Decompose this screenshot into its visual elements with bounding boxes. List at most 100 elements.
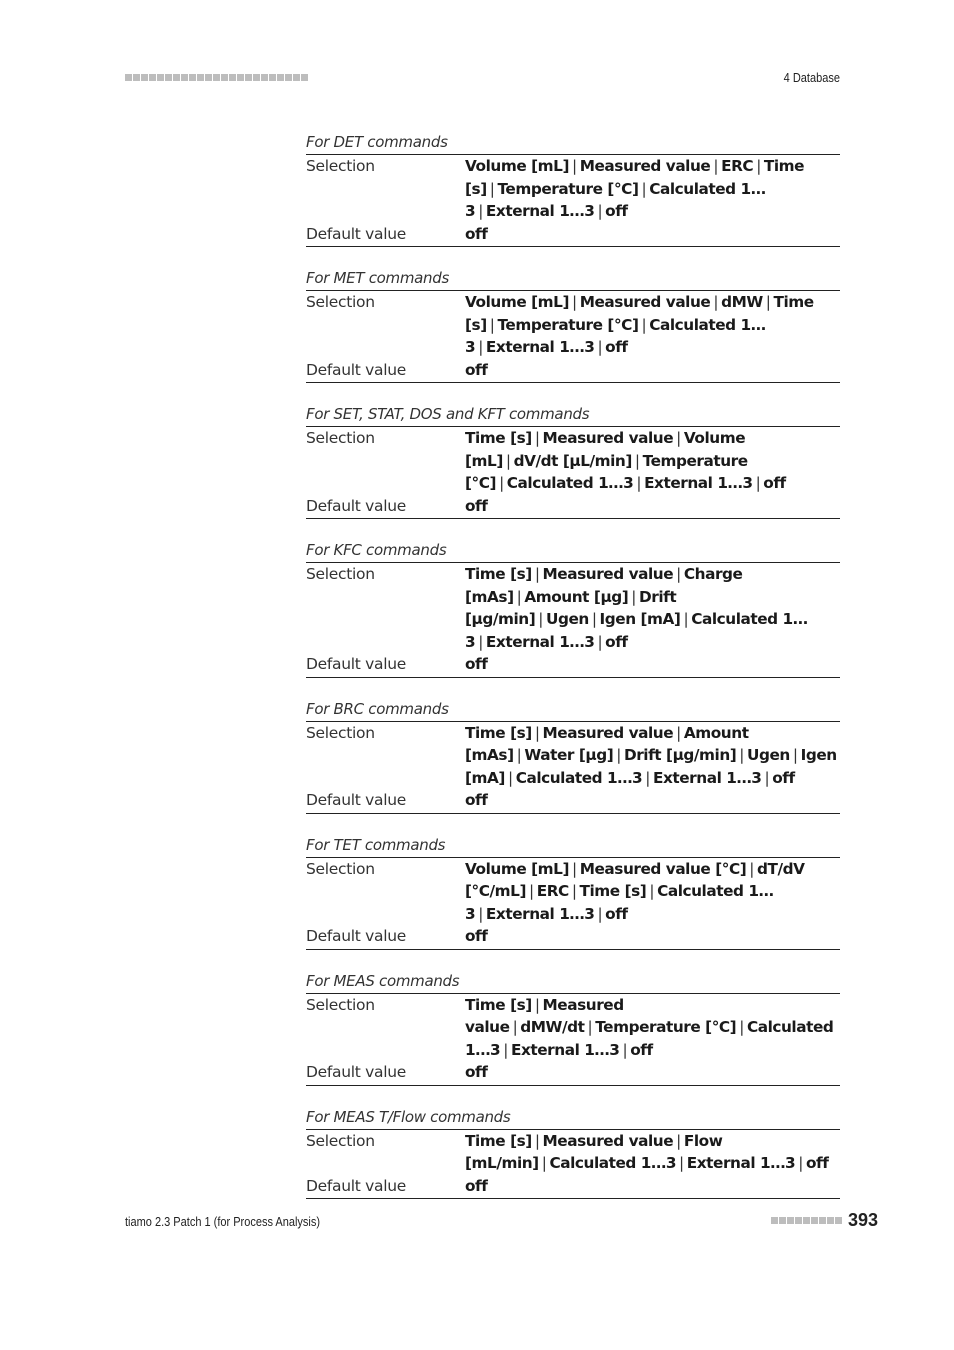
header-decoration <box>125 74 308 81</box>
decoration-square <box>205 74 212 81</box>
selection-option: Time [s] <box>465 995 532 1014</box>
command-section: For BRC commands Selection Time [s] | Measur… <box>306 698 840 814</box>
selection-options: Volume [mL] | Measured value [°C] | dT/dV [°… <box>465 858 840 926</box>
default-label: Default value <box>306 360 406 379</box>
default-value: off <box>465 791 488 809</box>
selection-option: off <box>630 1040 653 1059</box>
decoration-square <box>133 74 140 81</box>
selection-option: Volume [mL] <box>465 293 570 311</box>
selection-option: Water [µg] <box>524 746 614 764</box>
selection-option: Igen [mA] <box>599 610 681 628</box>
option-separator: | <box>489 315 495 334</box>
option-separator: | <box>616 746 621 764</box>
selection-row: Selection Time [s] | Measured value | Volume … <box>306 427 840 495</box>
selection-option: off <box>605 904 628 923</box>
decoration-square <box>277 74 284 81</box>
section-title: For DET commands <box>306 131 840 155</box>
selection-option: Temperature [°C] <box>497 179 639 198</box>
section-title: For MET commands <box>306 267 840 291</box>
selection-option: External 1…3 <box>644 474 753 492</box>
option-separator: | <box>645 768 650 787</box>
selection-option: Calculated 1…3 <box>549 1154 677 1172</box>
selection-option: External 1…3 <box>485 338 595 356</box>
default-row: Default value off <box>306 223 840 247</box>
option-separator: | <box>649 882 655 900</box>
command-section: For MET commands Selection Volume [mL] | Mea… <box>306 267 840 383</box>
selection-options: Volume [mL] | Measured value | dMW | Time [s] |… <box>465 291 840 359</box>
selection-option: Time [s] <box>465 429 532 447</box>
decoration-square <box>285 74 292 81</box>
option-separator: | <box>756 157 761 175</box>
decoration-square <box>165 74 172 81</box>
selection-option: External 1…3 <box>485 632 595 651</box>
selection-option: Amount [µg] <box>524 587 629 606</box>
selection-row: Selection Volume [mL] | Measured value [°C]… <box>306 858 840 926</box>
selection-option: Measured value <box>579 157 711 175</box>
selection-option: ERC <box>721 157 754 175</box>
default-value: off <box>465 360 488 379</box>
selection-label: Selection <box>306 293 375 311</box>
option-separator: | <box>597 202 603 220</box>
decoration-square <box>810 1217 818 1224</box>
option-separator: | <box>489 179 495 198</box>
option-separator: | <box>591 610 597 628</box>
option-separator: | <box>534 723 540 742</box>
command-section: For SET, STAT, DOS and KFT commands Selec… <box>306 403 840 519</box>
default-value: off <box>465 1176 488 1195</box>
option-separator: | <box>739 1018 744 1036</box>
selection-options: Volume [mL] | Measured value | ERC | Time [s] |… <box>465 155 840 223</box>
selection-row: Selection Time [s] | Measured value | dMW/dt |… <box>306 994 840 1062</box>
option-separator: | <box>499 474 504 492</box>
selection-option: Time [s] <box>465 565 532 583</box>
command-section: For MEAS commands Selection Time [s] | Measu… <box>306 970 840 1086</box>
option-separator: | <box>764 768 770 787</box>
section-title: For SET, STAT, DOS and KFT commands <box>306 403 840 427</box>
selection-row: Selection Time [s] | Measured value | Amount … <box>306 722 840 790</box>
selection-option: External 1…3 <box>485 202 595 220</box>
option-separator: | <box>503 1040 508 1059</box>
option-separator: | <box>478 338 483 356</box>
command-section: For TET commands Selection Volume [mL] | Mea… <box>306 834 840 950</box>
decoration-square <box>301 74 308 81</box>
selection-option: dMW/dt <box>520 1018 585 1036</box>
selection-option: off <box>605 202 628 220</box>
option-separator: | <box>534 429 540 447</box>
decoration-square <box>157 74 164 81</box>
selection-options: Time [s] | Measured value | Flow [mL/min] | Ca… <box>465 1130 840 1175</box>
footer-decoration <box>770 1217 842 1224</box>
parameter-sections: For DET commands Selection Volume [mL] | Mea… <box>306 131 840 1219</box>
selection-option: ERC <box>536 882 570 900</box>
chapter-title: 4 Database <box>783 71 840 85</box>
default-value: off <box>465 224 488 243</box>
selection-option: dMW <box>721 293 763 311</box>
decoration-square <box>269 74 276 81</box>
decoration-square <box>173 74 180 81</box>
option-separator: | <box>755 474 761 492</box>
default-row: Default value off <box>306 1175 840 1199</box>
command-section: For DET commands Selection Volume [mL] | Mea… <box>306 131 840 247</box>
selection-label: Selection <box>306 995 375 1014</box>
option-separator: | <box>478 904 483 923</box>
option-separator: | <box>571 882 577 900</box>
option-separator: | <box>516 746 522 764</box>
selection-row: Selection Volume [mL] | Measured value | ERC |… <box>306 155 840 223</box>
decoration-square <box>245 74 252 81</box>
default-label: Default value <box>306 655 406 673</box>
selection-option: Measured value <box>542 1131 674 1150</box>
option-separator: | <box>534 995 540 1014</box>
option-separator: | <box>597 632 603 651</box>
selection-option: off <box>605 632 628 651</box>
selection-row: Selection Volume [mL] | Measured value | dMW |… <box>306 291 840 359</box>
selection-row: Selection Time [s] | Measured value | Charge … <box>306 563 840 653</box>
option-separator: | <box>538 610 543 628</box>
option-separator: | <box>587 1018 593 1036</box>
selection-option: Time [s] <box>579 882 647 900</box>
default-label: Default value <box>306 496 406 515</box>
decoration-square <box>786 1217 794 1224</box>
option-separator: | <box>765 293 771 311</box>
option-separator: | <box>739 746 745 764</box>
option-separator: | <box>792 746 798 764</box>
section-title: For MEAS T/Flow commands <box>306 1106 840 1130</box>
default-value: off <box>465 1063 488 1081</box>
default-row: Default value off <box>306 925 840 950</box>
